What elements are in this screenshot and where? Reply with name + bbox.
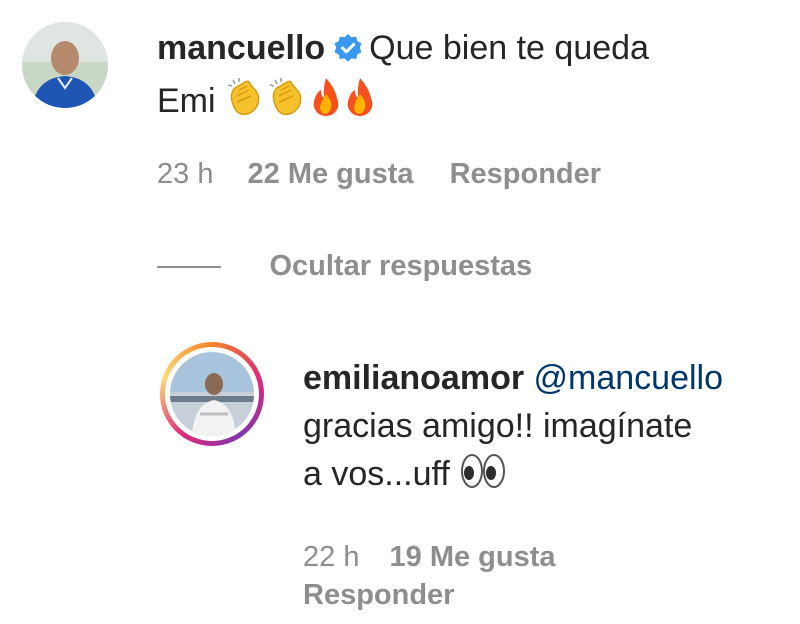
verified-badge-icon — [333, 28, 363, 76]
reply-button[interactable]: Responder — [450, 158, 601, 190]
comment-likes[interactable]: 22 Me gusta — [248, 158, 414, 190]
comment-username[interactable]: mancuello — [157, 29, 325, 67]
comment: mancuello Que bien te queda Emi 23 h 22 M… — [0, 0, 800, 210]
comment-text-line1: Que bien te queda — [369, 29, 649, 67]
reply-text-line1: gracias amigo!! imagínate — [303, 407, 693, 445]
comment-text-line2: Emi — [157, 82, 216, 120]
avatar-mancuello[interactable] — [22, 22, 108, 108]
clapping-hands-icon — [267, 76, 309, 131]
comment-meta: 23 h 22 Me gusta Responder — [157, 158, 601, 191]
reply-body: emilianoamor @mancuello gracias amigo!! … — [303, 354, 793, 504]
avatar-emilianoamor[interactable] — [160, 342, 264, 446]
reply-timestamp[interactable]: 22 h — [303, 541, 359, 573]
reply-reply-button[interactable]: Responder — [303, 579, 454, 611]
reply-likes[interactable]: 19 Me gusta — [390, 541, 556, 573]
fire-icon — [343, 76, 377, 131]
reply-text-line2: a vos...uff — [303, 455, 450, 493]
hide-replies-toggle[interactable]: Ocultar respuestas — [157, 250, 532, 286]
clapping-hands-icon — [225, 76, 267, 131]
hide-replies-label[interactable]: Ocultar respuestas — [269, 250, 532, 282]
comment-body: mancuello Que bien te queda Emi — [157, 24, 777, 131]
reply-username[interactable]: emilianoamor — [303, 359, 524, 397]
reply-comment: emilianoamor @mancuello gracias amigo!! … — [0, 330, 800, 624]
reply-meta: 22 h 19 Me gusta Responder — [303, 538, 556, 614]
comment-timestamp[interactable]: 23 h — [157, 158, 213, 190]
divider-line — [157, 265, 221, 268]
fire-icon — [309, 76, 343, 131]
eyes-icon — [459, 451, 507, 504]
avatar-photo — [170, 352, 254, 436]
mention-link[interactable]: @mancuello — [534, 359, 724, 397]
